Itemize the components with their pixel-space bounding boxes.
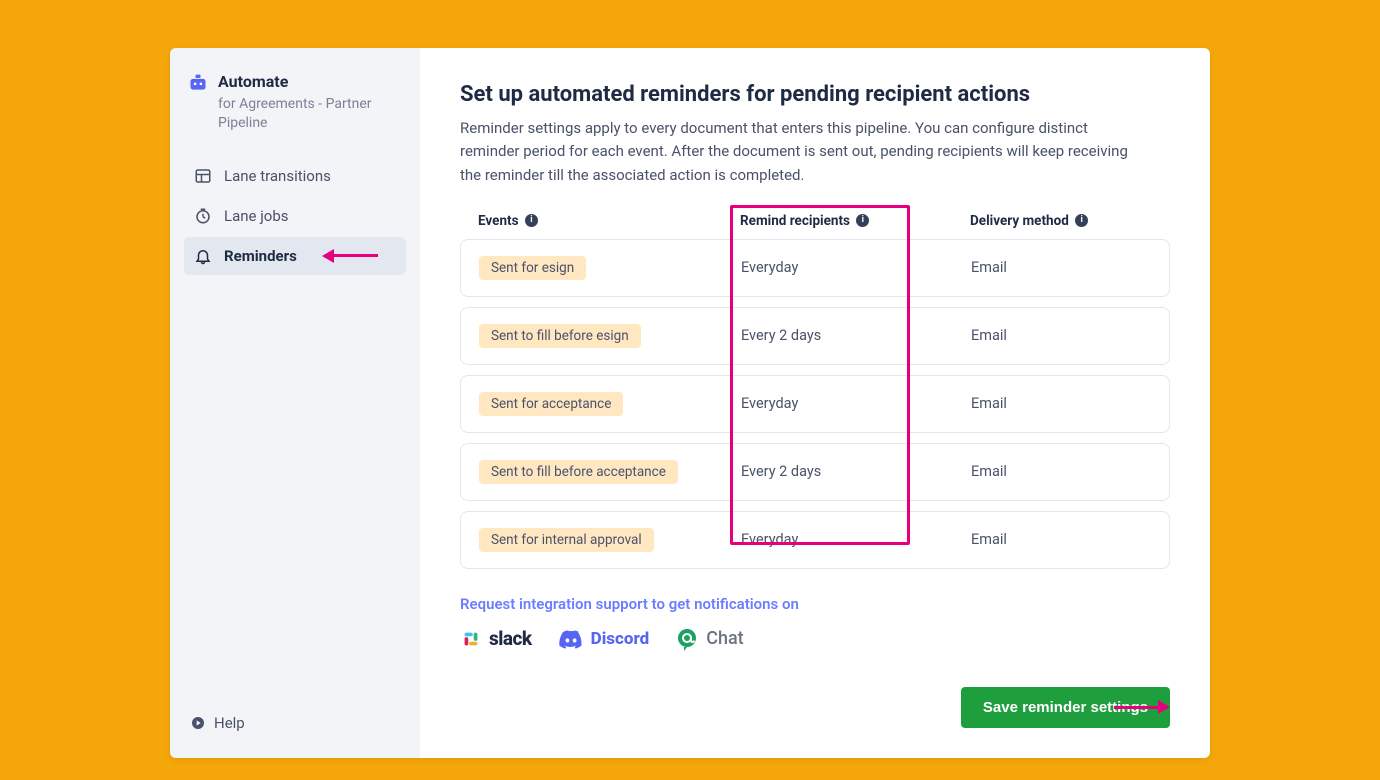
help-label: Help: [214, 714, 245, 732]
event-badge: Sent for esign: [479, 256, 586, 280]
remind-cell[interactable]: Everyday: [741, 531, 971, 548]
event-badge: Sent to fill before acceptance: [479, 460, 678, 484]
info-icon[interactable]: i: [1075, 214, 1088, 227]
nav-reminders[interactable]: Reminders: [184, 237, 406, 275]
delivery-cell[interactable]: Email: [971, 259, 1151, 276]
sidebar: Automate for Agreements - Partner Pipeli…: [170, 48, 420, 758]
app-window: Automate for Agreements - Partner Pipeli…: [170, 48, 1210, 758]
play-circle-icon: [190, 715, 206, 731]
main-panel: Set up automated reminders for pending r…: [420, 48, 1210, 758]
nav-label: Lane transitions: [224, 167, 331, 185]
table-row[interactable]: Sent to fill before esign Every 2 days E…: [460, 307, 1170, 365]
event-badge: Sent for acceptance: [479, 392, 623, 416]
sidebar-header: Automate for Agreements - Partner Pipeli…: [184, 72, 406, 151]
info-icon[interactable]: i: [856, 214, 869, 227]
remind-cell[interactable]: Everyday: [741, 395, 971, 412]
integration-title: Request integration support to get notif…: [460, 595, 1170, 613]
col-header-delivery: Delivery method i: [970, 213, 1152, 229]
table-row[interactable]: Sent for internal approval Everyday Emai…: [460, 511, 1170, 569]
integration-section: Request integration support to get notif…: [460, 595, 1170, 651]
clock-icon: [194, 207, 212, 225]
sidebar-nav: Lane transitions Lane jobs Reminders: [184, 157, 406, 275]
bell-icon: [194, 247, 212, 265]
table-row[interactable]: Sent for esign Everyday Email: [460, 239, 1170, 297]
nav-lane-transitions[interactable]: Lane transitions: [184, 157, 406, 195]
col-header-remind: Remind recipients i: [740, 213, 970, 229]
col-header-events: Events i: [478, 213, 740, 229]
chat-icon: [675, 627, 699, 651]
table-row[interactable]: Sent for acceptance Everyday Email: [460, 375, 1170, 433]
integration-discord[interactable]: Discord: [558, 629, 650, 649]
table-row[interactable]: Sent to fill before acceptance Every 2 d…: [460, 443, 1170, 501]
nav-lane-jobs[interactable]: Lane jobs: [184, 197, 406, 235]
nav-label: Reminders: [224, 247, 297, 265]
save-row: Save reminder settings: [460, 687, 1170, 728]
reminder-table: Events i Remind recipients i Delivery me…: [460, 213, 1170, 569]
slack-icon: [460, 628, 482, 650]
robot-icon: [188, 74, 208, 92]
event-badge: Sent for internal approval: [479, 528, 654, 552]
sidebar-title: Automate: [218, 72, 402, 91]
table-header-row: Events i Remind recipients i Delivery me…: [460, 213, 1170, 239]
remind-cell[interactable]: Everyday: [741, 259, 971, 276]
help-link[interactable]: Help: [184, 708, 406, 738]
discord-icon: [558, 629, 584, 649]
integration-slack[interactable]: slack: [460, 627, 532, 650]
delivery-cell[interactable]: Email: [971, 531, 1151, 548]
annotation-arrow: [322, 249, 378, 263]
nav-label: Lane jobs: [224, 207, 289, 225]
integration-logos: slack Discord Chat: [460, 627, 1170, 651]
info-icon[interactable]: i: [525, 214, 538, 227]
save-reminder-settings-button[interactable]: Save reminder settings: [961, 687, 1170, 728]
delivery-cell[interactable]: Email: [971, 463, 1151, 480]
layout-icon: [194, 167, 212, 185]
sidebar-subtitle: for Agreements - Partner Pipeline: [218, 95, 402, 133]
page-title: Set up automated reminders for pending r…: [460, 82, 1170, 107]
integration-chat[interactable]: Chat: [675, 627, 743, 651]
page-description: Reminder settings apply to every documen…: [460, 117, 1140, 187]
remind-cell[interactable]: Every 2 days: [741, 463, 971, 480]
delivery-cell[interactable]: Email: [971, 327, 1151, 344]
delivery-cell[interactable]: Email: [971, 395, 1151, 412]
remind-cell[interactable]: Every 2 days: [741, 327, 971, 344]
event-badge: Sent to fill before esign: [479, 324, 641, 348]
